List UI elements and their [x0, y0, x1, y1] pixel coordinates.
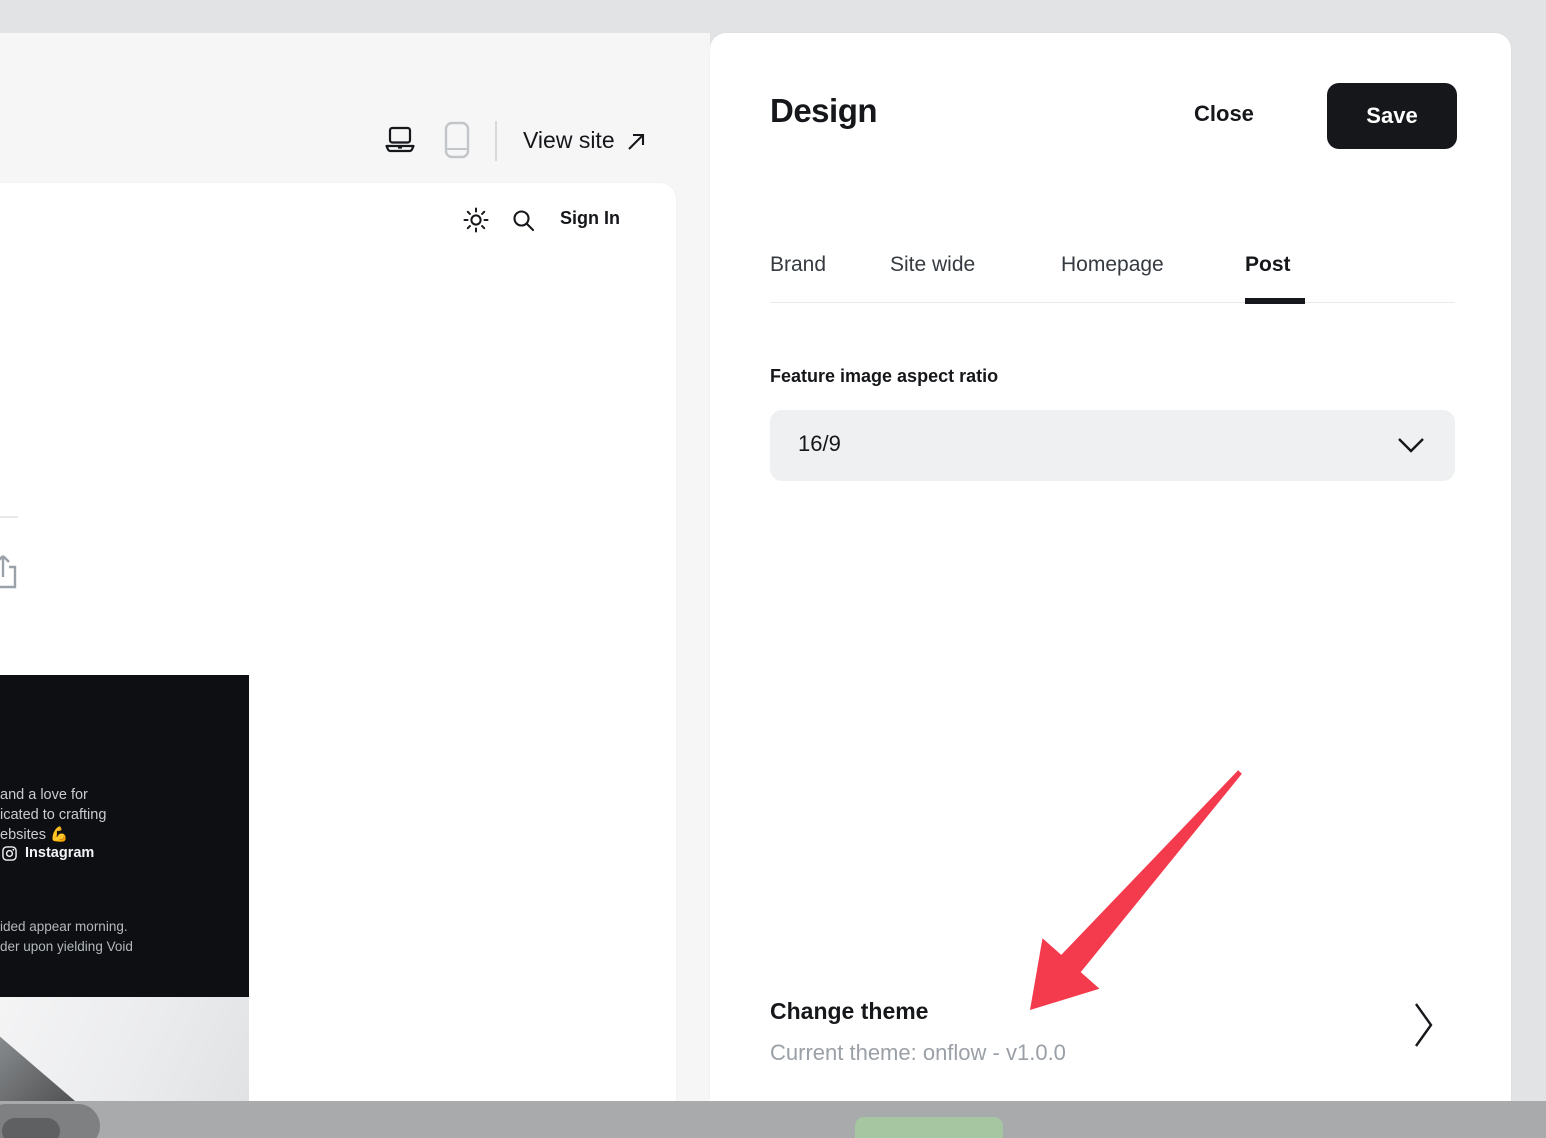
preview-divider-stub	[0, 516, 18, 518]
chevron-down-icon	[1397, 437, 1425, 454]
promo-card: and a love for icated to crafting ebsite…	[0, 675, 249, 997]
laptop-icon	[383, 125, 417, 155]
close-button[interactable]: Close	[1194, 101, 1254, 127]
instagram-icon	[2, 846, 17, 861]
mobile-preview-button[interactable]	[443, 122, 471, 158]
instagram-link[interactable]: Instagram	[0, 845, 94, 861]
green-badge	[855, 1117, 1003, 1138]
external-link-arrow-icon	[625, 131, 647, 153]
design-settings-panel	[710, 33, 1511, 1101]
dock-blob-inner	[2, 1118, 60, 1138]
ghost-design-settings-screen: View site Sign In and a love for icated …	[0, 0, 1546, 1138]
save-button[interactable]: Save	[1327, 83, 1457, 149]
panel-title: Design	[770, 92, 877, 130]
promo-quote-text: ided appear morning. der upon yielding V…	[0, 917, 133, 956]
mobile-icon	[444, 121, 470, 159]
share-icon[interactable]	[0, 553, 19, 591]
theme-toggle-sun-icon[interactable]	[462, 206, 490, 234]
tabs-border	[770, 302, 1455, 303]
toolbar-divider	[495, 121, 497, 161]
view-site-link[interactable]: View site	[523, 127, 647, 154]
aspect-ratio-label: Feature image aspect ratio	[770, 366, 998, 387]
change-theme-button[interactable]: Change theme	[770, 998, 928, 1025]
tab-post[interactable]: Post	[1245, 253, 1291, 277]
tab-brand[interactable]: Brand	[770, 253, 826, 277]
sign-in-button[interactable]: Sign In	[560, 208, 620, 229]
dock-blob	[0, 1104, 100, 1138]
current-theme-label: Current theme: onflow - v1.0.0	[770, 1040, 1066, 1066]
view-site-label: View site	[523, 127, 615, 154]
photo-rock-shape	[0, 1031, 75, 1101]
promo-text: and a love for icated to crafting ebsite…	[0, 785, 106, 845]
aspect-ratio-value: 16/9	[798, 431, 841, 457]
tab-homepage[interactable]: Homepage	[1061, 253, 1164, 277]
preview-photo	[0, 997, 249, 1101]
active-tab-underline	[1245, 298, 1305, 304]
tab-site-wide[interactable]: Site wide	[890, 253, 975, 277]
search-icon[interactable]	[511, 208, 537, 234]
desktop-preview-button[interactable]	[383, 123, 417, 157]
chevron-right-icon[interactable]	[1413, 1001, 1435, 1049]
aspect-ratio-select[interactable]: 16/9	[770, 410, 1455, 481]
instagram-label: Instagram	[25, 845, 94, 861]
bottom-screen-edge	[0, 1101, 1546, 1138]
